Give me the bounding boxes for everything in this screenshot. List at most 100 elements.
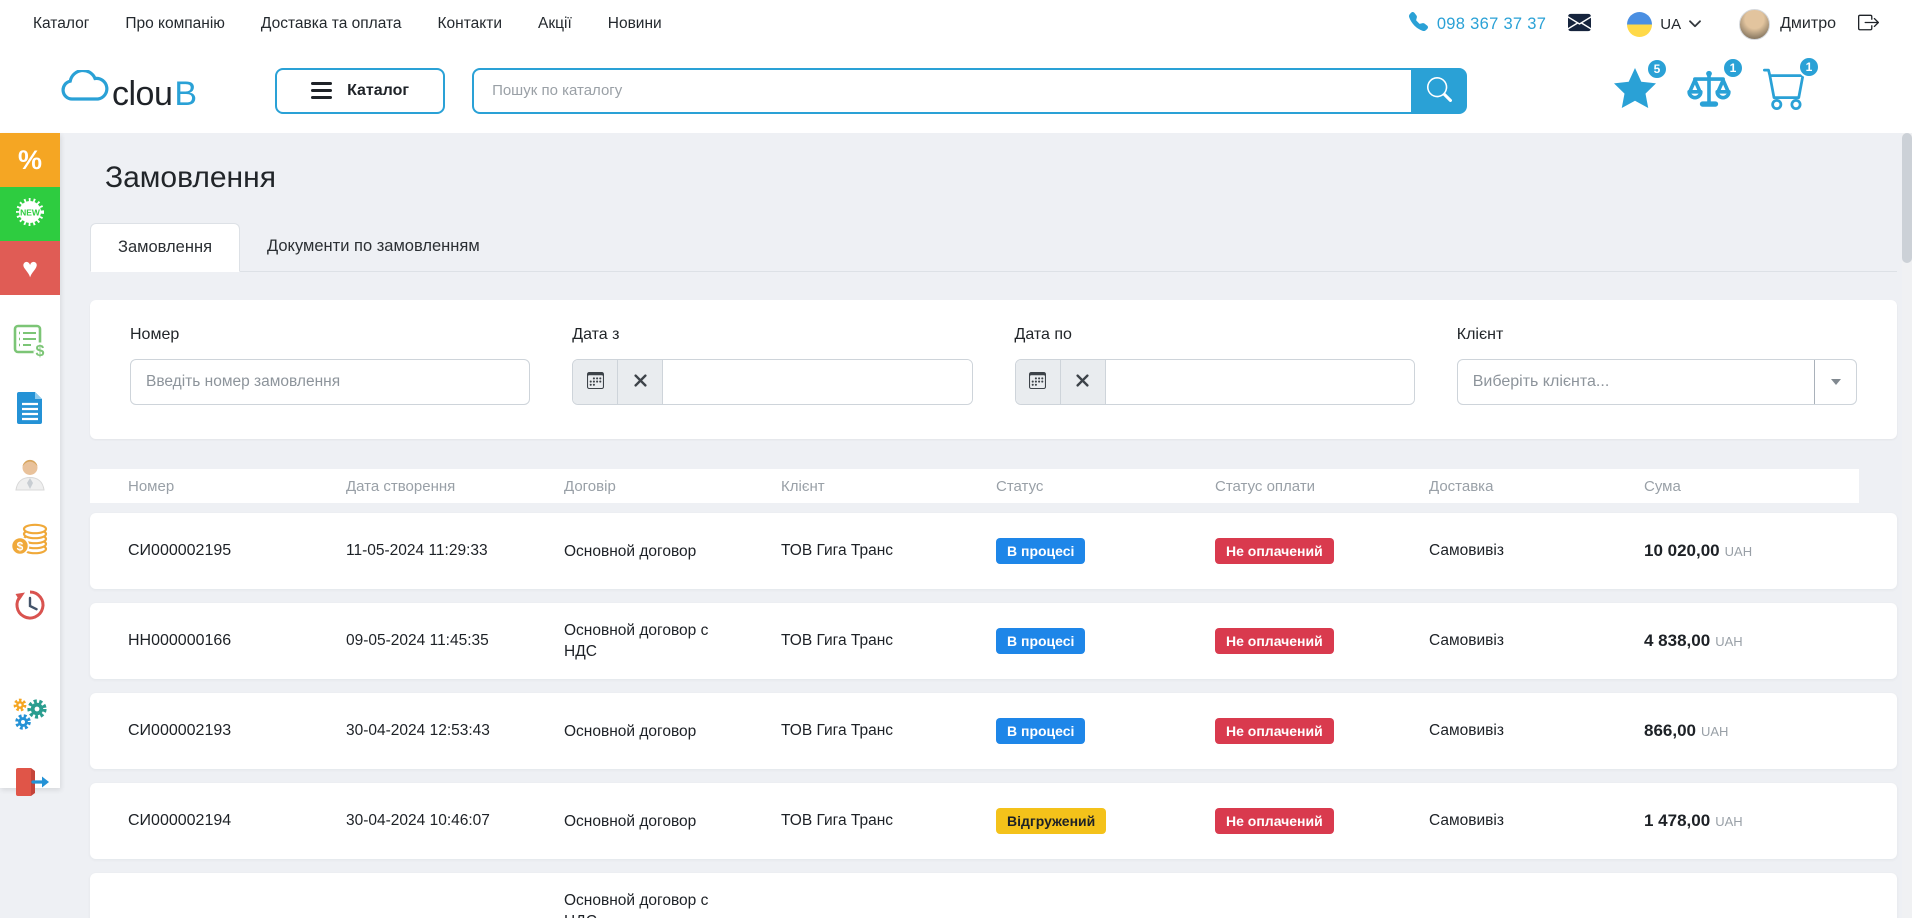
select-dropdown-arrow[interactable] [1814,360,1856,404]
sidebar-item-orders[interactable]: $ [11,323,49,364]
topnav-link[interactable]: Новини [608,15,662,33]
person-icon [11,457,49,496]
order-currency: UAH [1715,814,1742,829]
column-header: Сума [1644,478,1859,495]
sidebar-item-discounts[interactable]: % [0,133,60,187]
sidebar-item-manager[interactable] [11,457,49,496]
logo[interactable]: clouB [58,70,197,111]
payment-status-badge: Не оплачений [1215,538,1334,564]
phone-icon [1409,12,1428,36]
topnav-link[interactable]: Акції [538,15,572,33]
sidebar-item-settings[interactable] [10,696,50,739]
topnav-link[interactable]: Про компанію [125,15,225,33]
heart-icon: ♥ [22,253,38,284]
table-row[interactable]: Основной договор с НДС [90,873,1897,918]
cart-button[interactable]: 1 [1762,66,1808,115]
order-number: СИ000002194 [128,812,346,830]
order-contract: Основной договор [564,721,781,742]
sidebar-item-balance[interactable]: $ [10,522,50,561]
triangle-down-icon [1831,379,1841,385]
history-clock-icon [12,587,48,628]
clear-x-icon [634,374,647,390]
phone-link[interactable]: 098 367 37 37 [1409,12,1546,36]
order-amount: 10 020,00 [1644,541,1720,560]
order-delivery: Самовивіз [1429,812,1644,830]
date-from-clear-button[interactable] [618,360,663,404]
scrollbar-thumb[interactable] [1902,133,1912,263]
envelope-icon [1568,11,1591,37]
user-menu[interactable]: Дмитро [1739,9,1836,40]
orders-table-header: НомерДата створенняДоговірКлієнтСтатусСт… [90,469,1859,503]
column-header: Номер [128,478,346,495]
topnav-link[interactable]: Каталог [33,15,89,33]
payment-status-badge: Не оплачений [1215,808,1334,834]
order-number-input[interactable] [130,359,530,405]
favorites-button[interactable]: 5 [1614,68,1656,113]
order-client: ТОВ Гига Транс [781,632,996,650]
compare-button[interactable]: 1 [1686,67,1732,114]
date-to-clear-button[interactable] [1061,360,1106,404]
logo-text: clou [112,77,172,111]
search-bar [472,68,1467,114]
sidebar-item-favorites[interactable]: ♥ [0,241,60,295]
status-badge: В процесі [996,718,1085,744]
sidebar-item-new-products[interactable]: NEW [0,187,60,241]
header-icon-cluster: 5 1 1 [1614,66,1808,115]
order-contract: Основной договор с НДС [564,890,781,918]
order-created-date: 09-05-2024 11:45:35 [346,632,564,650]
table-row[interactable]: СИ000002195 11-05-2024 11:29:33 Основной… [90,513,1897,589]
status-badge: В процесі [996,628,1085,654]
payment-status-badge: Не оплачений [1215,628,1334,654]
ukraine-flag-icon [1627,12,1652,37]
page-scrollbar[interactable] [1902,133,1912,918]
order-client: ТОВ Гига Транс [781,542,996,560]
table-row[interactable]: СИ000002193 30-04-2024 12:53:43 Основной… [90,693,1897,769]
email-button[interactable] [1568,11,1591,37]
filter-number-label: Номер [130,326,530,344]
search-input[interactable] [472,68,1411,114]
order-currency: UAH [1725,544,1752,559]
svg-text:$: $ [36,343,45,359]
sidebar-item-documents[interactable] [13,390,47,431]
search-button[interactable] [1411,68,1467,114]
column-header: Статус [996,478,1215,495]
sidebar-item-history[interactable] [12,587,48,628]
order-contract: Основной договор [564,811,781,832]
order-number: СИ000002193 [128,722,346,740]
date-to-input[interactable] [1106,360,1414,404]
compare-count-badge: 1 [1722,57,1744,79]
topnav-link[interactable]: Контакти [438,15,502,33]
order-list-icon: $ [11,323,49,364]
client-select[interactable]: Виберіть клієнта... [1457,359,1857,405]
column-header: Договір [564,478,781,495]
tab-order-documents[interactable]: Документи по замовленням [240,223,507,271]
order-currency: UAH [1701,724,1728,739]
logo-accent: B [174,77,197,111]
order-created-date: 30-04-2024 12:53:43 [346,722,564,740]
cloud-logo-icon [58,70,110,111]
date-from-input[interactable] [663,360,971,404]
date-to-calendar-button[interactable] [1016,360,1061,404]
column-header: Клієнт [781,478,996,495]
cart-icon [1762,97,1808,114]
logout-button[interactable] [1858,12,1879,36]
topnav-link[interactable]: Доставка та оплата [261,15,402,33]
date-from-calendar-button[interactable] [573,360,618,404]
order-amount: 1 478,00 [1644,811,1710,830]
filter-client: Клієнт Виберіть клієнта... [1457,326,1857,405]
client-select-placeholder: Виберіть клієнта... [1458,373,1814,391]
calendar-icon [587,372,604,392]
chevron-down-icon [1689,15,1701,33]
topnav-links: Каталог Про компанію Доставка та оплата Кон… [33,15,662,33]
tab-orders[interactable]: Замовлення [90,223,240,272]
table-row[interactable]: СИ000002194 30-04-2024 10:46:07 Основной… [90,783,1897,859]
calendar-icon [1029,372,1046,392]
sidebar-item-logout[interactable] [11,765,49,804]
document-icon [13,390,47,431]
order-delivery: Самовивіз [1429,542,1644,560]
favorites-count-badge: 5 [1646,58,1668,80]
orders-table-body: СИ000002195 11-05-2024 11:29:33 Основной… [90,513,1897,918]
language-selector[interactable]: UA [1627,12,1701,37]
catalog-button[interactable]: Каталог [275,68,445,114]
table-row[interactable]: НН000000166 09-05-2024 11:45:35 Основной… [90,603,1897,679]
